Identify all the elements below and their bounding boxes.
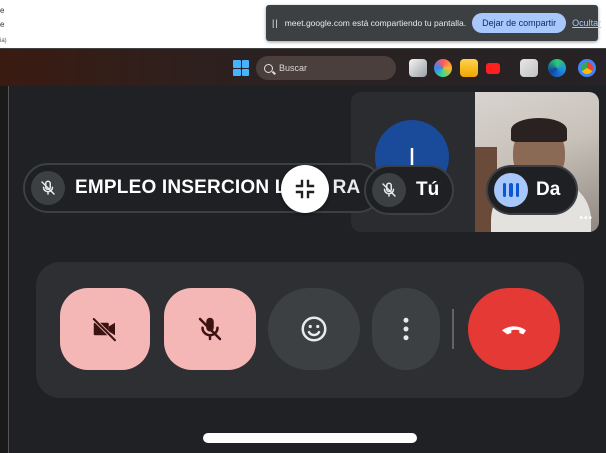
emoji-icon: [301, 316, 327, 342]
exit-fullscreen-icon: [295, 179, 315, 199]
mic-off-icon: [31, 171, 65, 205]
screen-share-notification-bar: || meet.google.com está compartiendo tu …: [266, 5, 601, 41]
left-window-edge: [0, 86, 9, 453]
leave-call-button[interactable]: [468, 288, 560, 370]
hang-up-icon: [502, 326, 526, 335]
more-icon[interactable]: •••: [579, 213, 593, 224]
youtube-icon[interactable]: [486, 63, 500, 74]
exit-fullscreen-button[interactable]: [281, 165, 329, 213]
app-icon[interactable]: [520, 59, 538, 77]
participant-name: Da: [536, 179, 561, 200]
mic-off-icon: [198, 317, 222, 341]
presenter-name-pill: EMPLEO INSERCION L RA: [23, 163, 383, 213]
camera-toggle-button[interactable]: [60, 288, 150, 370]
search-placeholder: Buscar: [279, 63, 308, 73]
search-icon: [264, 63, 273, 73]
self-name: Tú: [416, 179, 440, 200]
participant-name-pill: Da: [486, 165, 578, 215]
divider: [452, 309, 454, 349]
more-options-button[interactable]: [372, 288, 440, 370]
microphone-toggle-button[interactable]: [164, 288, 256, 370]
more-vert-icon: [403, 317, 409, 341]
share-message: meet.google.com está compartiendo tu pan…: [284, 18, 467, 28]
mic-off-icon: [372, 173, 406, 207]
chrome-icon[interactable]: [578, 59, 596, 77]
edge-text: e: [0, 20, 5, 29]
presenter-name-tail: RA: [332, 177, 361, 198]
reactions-button[interactable]: [268, 288, 360, 370]
speaking-indicator-icon: [494, 173, 528, 207]
call-controls-bar: [36, 262, 584, 398]
copilot-icon[interactable]: [434, 59, 452, 77]
pause-icon: ||: [272, 18, 279, 28]
windows-taskbar: Buscar: [0, 48, 606, 86]
hide-link[interactable]: Ocultar: [572, 18, 601, 28]
taskbar-search[interactable]: Buscar: [256, 56, 396, 80]
url-snippet: ia): [0, 38, 7, 44]
file-explorer-icon[interactable]: [409, 59, 427, 77]
browser-page-strip: e e ia) || meet.google.com está comparti…: [0, 0, 606, 48]
folder-icon[interactable]: [460, 59, 478, 77]
edge-text: e: [0, 6, 5, 15]
camera-off-icon: [91, 317, 117, 343]
windows-start-icon[interactable]: [233, 60, 249, 76]
self-name-pill: Tú: [364, 165, 454, 215]
home-indicator-bar[interactable]: [203, 433, 417, 443]
edge-icon[interactable]: [548, 59, 566, 77]
stop-sharing-button[interactable]: Dejar de compartir: [472, 13, 567, 33]
presenter-name: EMPLEO INSERCION L: [75, 177, 287, 198]
